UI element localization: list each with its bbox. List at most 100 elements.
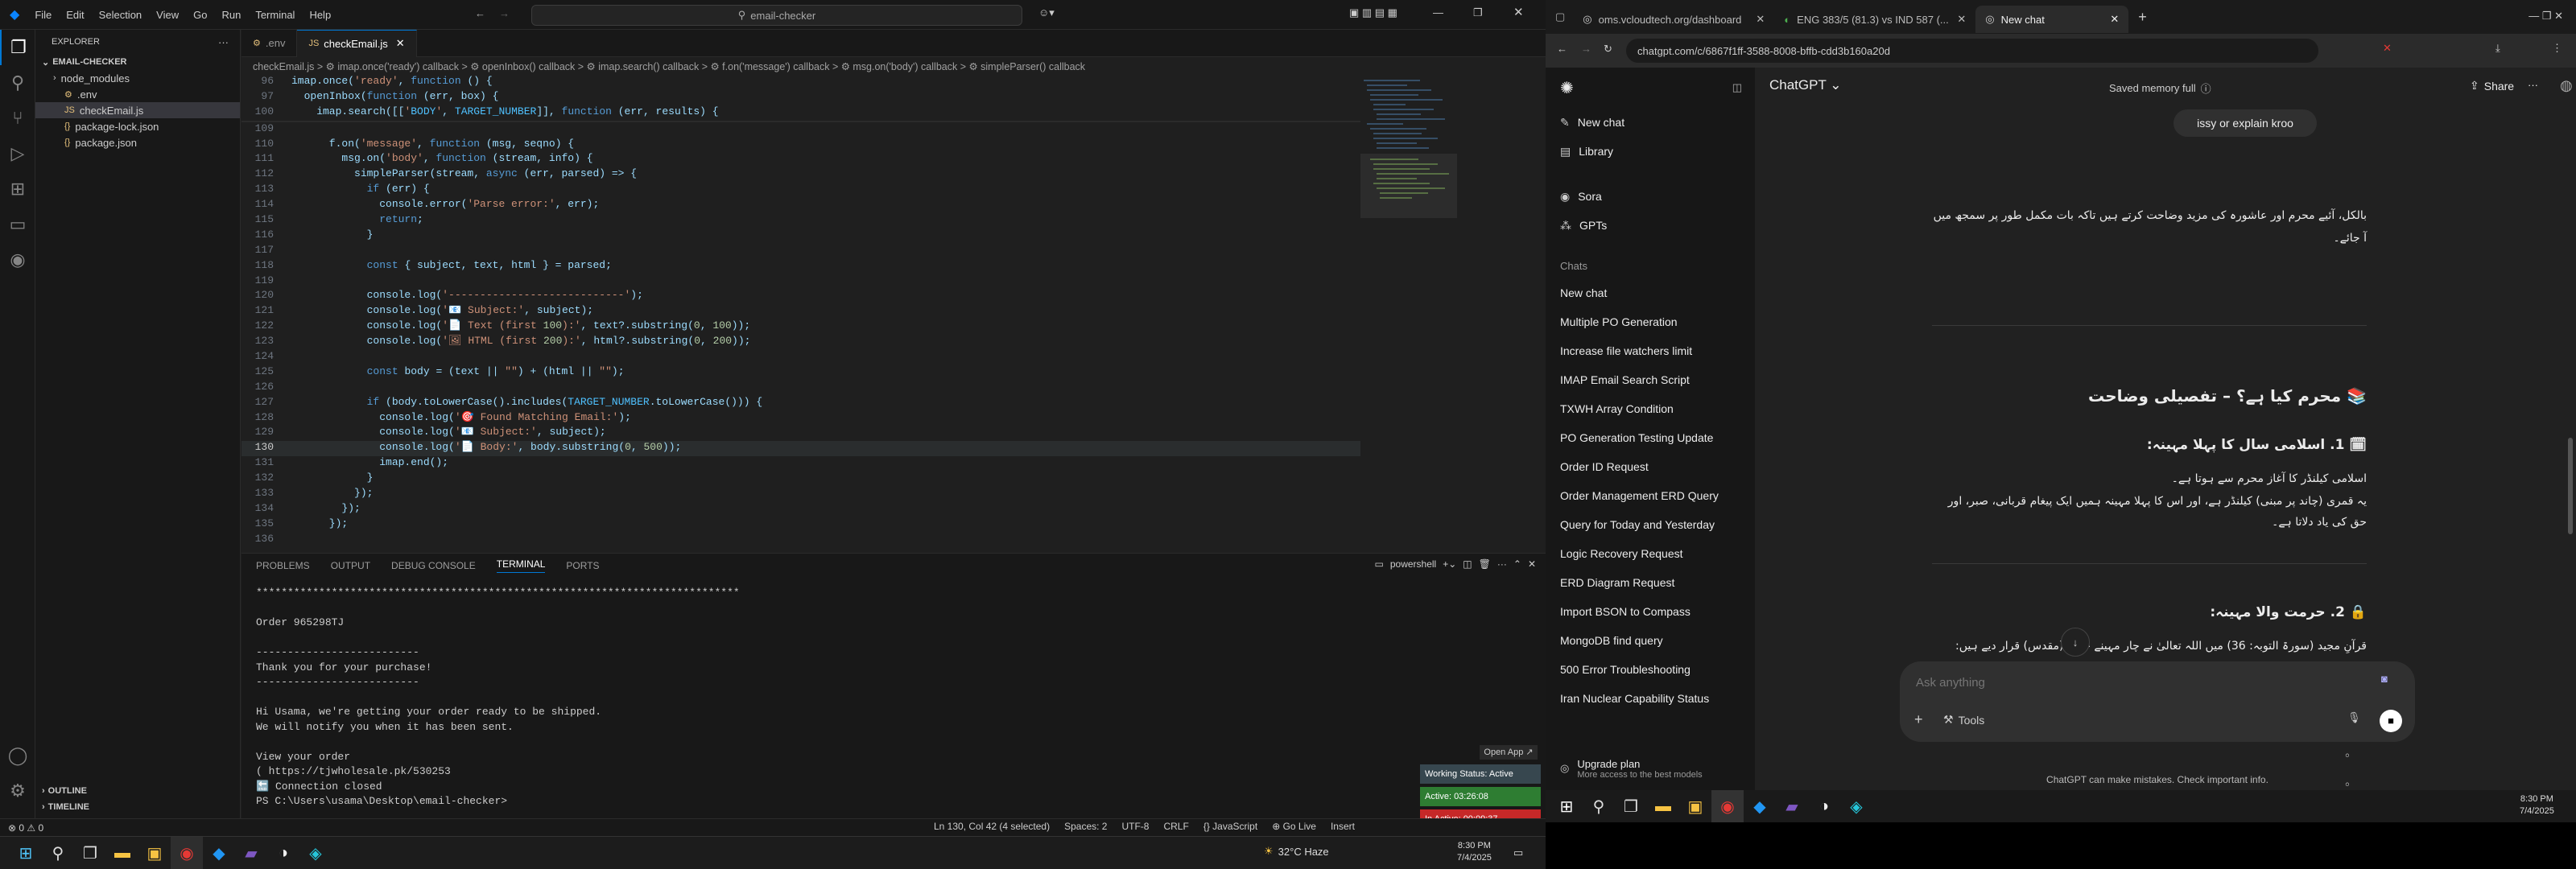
chrome-icon[interactable]: ◉ <box>171 837 203 869</box>
code-line[interactable]: 127 if (body.toLowerCase().includes(TARG… <box>242 396 1441 411</box>
panel-tab-terminal[interactable]: TERMINAL <box>496 558 546 573</box>
url-field[interactable]: chatgpt.com/c/6867f1ff-3588-8008-bffb-cd… <box>1626 39 2318 63</box>
extension-icon[interactable]: ◙ <box>2381 673 2388 685</box>
chrome-icon[interactable]: ◉ <box>1711 790 1744 822</box>
app-icon[interactable]: ▰ <box>1776 790 1808 822</box>
code-line[interactable]: 126 <box>242 381 1441 396</box>
command-center-search[interactable]: ⚲ email-checker <box>531 5 1022 26</box>
chat-history-item[interactable]: Multiple PO Generation <box>1546 307 1755 336</box>
code-line[interactable]: 110 f.on('message', function (msg, seqno… <box>242 138 1441 153</box>
mic-icon[interactable]: 🎙 <box>2347 711 2361 724</box>
menu-selection[interactable]: Selection <box>92 9 149 21</box>
split-terminal-icon[interactable]: ◫ <box>1463 558 1472 570</box>
chat-history-item[interactable]: Import BSON to Compass <box>1546 597 1755 626</box>
code-line[interactable]: 122 console.log('📄 Text (first 100):', t… <box>242 319 1441 335</box>
folder-item[interactable]: › node_modules <box>35 70 240 86</box>
windows-start-icon[interactable]: ⊞ <box>10 837 42 869</box>
code-line[interactable]: 109 <box>242 122 1441 138</box>
windows-start-icon[interactable]: ⊞ <box>1550 790 1583 822</box>
status-item[interactable]: {} JavaScript <box>1203 821 1257 832</box>
code-line[interactable]: 135 }); <box>242 517 1441 533</box>
timeline-section[interactable]: › TIMELINE <box>42 799 89 815</box>
system-clock[interactable]: 8:30 PM 7/4/2025 <box>1457 840 1492 864</box>
memory-status[interactable]: Saved memory full ⓘ <box>2109 80 2211 96</box>
extensions-icon[interactable]: ⊞ <box>0 171 35 207</box>
code-line[interactable]: 115 return; <box>242 213 1441 229</box>
scrollbar[interactable] <box>2568 438 2573 534</box>
maximize-panel-icon[interactable]: ⌃ <box>1513 558 1521 570</box>
breadcrumb[interactable]: checkEmail.js > ⚙ imap.once('ready') cal… <box>242 57 1546 75</box>
extension-icon[interactable]: ✕ <box>2383 42 2392 55</box>
code-line[interactable]: 128 console.log('🎯 Found Matching Email:… <box>242 411 1441 426</box>
code-line[interactable]: 133 }); <box>242 487 1441 502</box>
avatar[interactable]: ◍ <box>2560 77 2573 94</box>
file-item[interactable]: {} package-lock.json <box>35 118 240 134</box>
upgrade-plan[interactable]: ◎ Upgrade plan More access to the best m… <box>1546 747 1755 790</box>
share-button[interactable]: ⇪ Share <box>2470 79 2514 93</box>
close-tab-icon[interactable]: ✕ <box>1756 13 1765 26</box>
weather-widget[interactable]: ☀ 32°C Haze <box>1264 845 1329 858</box>
chat-history-item[interactable]: Iran Nuclear Capability Status <box>1546 684 1755 713</box>
code-line[interactable]: 136 <box>242 533 1441 548</box>
forward-icon[interactable]: → <box>1581 43 1591 55</box>
chat-history-item[interactable]: Query for Today and Yesterday <box>1546 510 1755 539</box>
root-folder[interactable]: ⌄ EMAIL-CHECKER <box>35 54 240 70</box>
task-view-icon[interactable]: ❐ <box>74 837 106 869</box>
code-line[interactable]: 96 imap.once('ready', function () { <box>242 75 1441 90</box>
outline-section[interactable]: › OUTLINE <box>42 783 87 799</box>
settings-gear-icon[interactable]: ⚙ <box>0 773 35 809</box>
back-icon[interactable]: ← <box>1557 43 1567 55</box>
run-debug-icon[interactable]: ▷ <box>0 136 35 171</box>
maximize-icon[interactable]: ❐ <box>1473 6 1483 19</box>
code-line[interactable]: 121 console.log('📧 Subject:', subject); <box>242 304 1441 319</box>
code-line[interactable]: 129 console.log('📧 Subject:', subject); <box>242 426 1441 441</box>
file-item[interactable]: ⚙ .env <box>35 86 240 102</box>
browser-tab[interactable]: ◎ oms.vcloudtech.org/dashboard ✕ <box>1573 6 1774 33</box>
scroll-to-bottom-button[interactable]: ↓ <box>2061 628 2090 657</box>
add-icon[interactable]: + <box>1914 711 1923 728</box>
chat-history-item[interactable]: IMAP Email Search Script <box>1546 365 1755 394</box>
sidebar-item-library[interactable]: ▤ Library <box>1546 137 1755 166</box>
code-line[interactable]: 112 simpleParser(stream, async (err, par… <box>242 167 1441 183</box>
app-icon[interactable]: ◈ <box>1840 790 1872 822</box>
add-terminal-icon[interactable]: +⌄ <box>1443 558 1456 570</box>
more-icon[interactable]: ··· <box>2528 79 2538 91</box>
back-arrow-icon[interactable]: ← <box>475 7 485 19</box>
sidebar-item-gpts[interactable]: ⁂ GPTs <box>1546 211 1755 240</box>
account-icon[interactable]: ◯ <box>0 738 35 773</box>
code-line[interactable]: 118 const { subject, text, html } = pars… <box>242 259 1441 274</box>
copilot-icon[interactable]: ☺▾ <box>1038 6 1055 19</box>
status-item[interactable]: ⊕ Go Live <box>1272 821 1316 832</box>
editor-tab[interactable]: JS checkEmail.js ✕ <box>297 29 417 57</box>
system-clock[interactable]: 8:30 PM 7/4/2025 <box>2520 793 2554 818</box>
explorer-icon[interactable]: ❐ <box>0 30 35 65</box>
menu-edit[interactable]: Edit <box>59 9 91 21</box>
layout-icons[interactable]: ▣ ▥ ▤ ▦ <box>1349 6 1397 19</box>
chat-history-item[interactable]: Logic Recovery Request <box>1546 539 1755 568</box>
search-icon[interactable]: ⚲ <box>0 65 35 101</box>
code-line[interactable]: 119 <box>242 274 1441 290</box>
search-icon[interactable]: ⚲ <box>42 837 74 869</box>
close-panel-icon[interactable]: ✕ <box>1528 558 1536 570</box>
prompt-input[interactable] <box>1916 673 2334 692</box>
minimize-icon[interactable]: — <box>1433 6 1443 19</box>
menu-go[interactable]: Go <box>186 9 214 21</box>
reload-icon[interactable]: ↻ <box>1604 43 1612 56</box>
app-icon[interactable]: ◑ <box>1808 790 1840 822</box>
panel-tab-problems[interactable]: PROBLEMS <box>256 560 310 571</box>
downloads-icon[interactable]: ⤓ <box>2496 42 2500 55</box>
file-item[interactable]: {} package.json <box>35 134 240 150</box>
status-item[interactable]: UTF-8 <box>1121 821 1149 832</box>
code-line[interactable]: 111 msg.on('body', function (stream, inf… <box>242 152 1441 167</box>
status-item[interactable]: Insert <box>1331 821 1355 832</box>
forward-arrow-icon[interactable]: → <box>499 7 510 19</box>
search-icon[interactable]: ⚲ <box>1583 790 1615 822</box>
code-line[interactable]: 114 console.error('Parse error:', err); <box>242 198 1441 213</box>
sidebar-toggle-icon[interactable]: ◫ <box>1732 81 1742 94</box>
code-line[interactable]: 116 } <box>242 229 1441 244</box>
problems-count[interactable]: ⊗ 0 ⚠ 0 <box>8 822 43 834</box>
terminal-output[interactable]: ****************************************… <box>256 586 1463 809</box>
browser-tab[interactable]: ◎ New chat ✕ <box>1975 6 2129 33</box>
browser-tab[interactable]: ◐ ENG 383/5 (81.3) vs IND 587 (... ✕ <box>1774 6 1975 33</box>
openai-logo-icon[interactable]: ✺ <box>1560 78 1574 98</box>
